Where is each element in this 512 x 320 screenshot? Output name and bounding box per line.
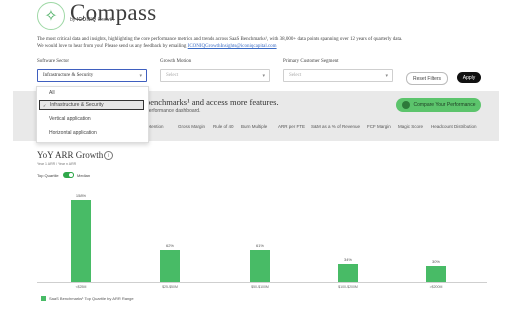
chevron-down-icon: ▾ xyxy=(139,74,142,79)
growth-motion-select[interactable]: Select ▾ xyxy=(160,69,270,82)
intro-text: The most critical data and insights, hig… xyxy=(37,36,457,50)
growth-motion-placeholder: Select xyxy=(166,73,179,78)
chart-subtitle: Year 1 ARR / Year n ARR xyxy=(37,162,77,166)
software-sector-label: Software Sector xyxy=(37,59,70,64)
tab-magic-score[interactable]: Magic Score xyxy=(398,124,423,129)
tab-gross-margin[interactable]: Gross Margin xyxy=(178,124,205,129)
reset-filters-button[interactable]: Reset Filters xyxy=(406,72,448,85)
bar-value-label: 62% xyxy=(165,242,174,248)
tab-arr-per-fte[interactable]: ARR per FTE xyxy=(278,124,305,129)
x-tick-label: $50-$100M xyxy=(251,285,269,289)
chevron-down-icon: ▾ xyxy=(262,74,265,79)
option-horizontal-application[interactable]: Horizontal application xyxy=(39,128,144,138)
x-tick-label: $25-$50M xyxy=(162,285,178,289)
software-sector-value: Infrastructure & Security xyxy=(43,73,94,78)
apply-button[interactable]: Apply xyxy=(457,72,481,83)
tab-rule-of-40[interactable]: Rule of 40 xyxy=(213,124,234,129)
option-label: Horizontal application xyxy=(49,130,97,136)
toggle-right-label: Median xyxy=(77,173,91,178)
bar[interactable] xyxy=(426,266,446,282)
software-sector-select[interactable]: Infrastructure & Security ▾ xyxy=(37,69,147,82)
brand-byline: by ICONIQ Growth xyxy=(70,17,114,23)
compass-logo-icon: ✧ xyxy=(37,2,65,30)
bar[interactable] xyxy=(71,200,91,282)
checkmark-icon: ✓ xyxy=(43,102,47,108)
bar[interactable] xyxy=(250,250,270,282)
x-tick-label: >$200M xyxy=(429,285,443,289)
x-tick-label: $100-$200M xyxy=(338,285,358,289)
banner-subtext: performance dashboard. xyxy=(146,108,201,114)
option-label: Infrastructure & Security xyxy=(50,102,104,108)
legend-swatch xyxy=(41,296,46,301)
brand-name: ICONIQ xyxy=(76,17,97,23)
compare-performance-label: Compare Your Performance xyxy=(413,102,476,108)
tab-sm-revenue[interactable]: S&M as a % of Revenue xyxy=(311,124,360,129)
brand-suffix: Growth xyxy=(97,17,114,23)
compare-performance-button[interactable]: Compare Your Performance xyxy=(396,98,481,112)
x-tick-label: <$25M xyxy=(75,285,87,289)
brand-by: by xyxy=(70,17,76,23)
feedback-email-link[interactable]: ICONIQGrowthInsights@iconiqcapital.com xyxy=(188,44,277,49)
customer-segment-select[interactable]: Select ▾ xyxy=(283,69,393,82)
customer-segment-placeholder: Select xyxy=(289,73,302,78)
intro-line-1: The most critical data and insights, hig… xyxy=(37,37,403,42)
bar[interactable] xyxy=(160,249,180,282)
option-label: All xyxy=(49,90,55,96)
intro-line-2: We would love to hear from you! Please s… xyxy=(37,44,188,49)
option-all[interactable]: All xyxy=(39,88,144,98)
info-icon[interactable]: i xyxy=(104,151,113,160)
toggle-left-label: Top Quartile xyxy=(37,173,59,178)
x-axis xyxy=(37,282,487,283)
toggle-knob xyxy=(68,172,74,178)
bar[interactable] xyxy=(338,264,358,282)
bar-value-label: 34% xyxy=(343,257,352,263)
tab-burn-multiple[interactable]: Burn Multiple xyxy=(241,124,267,129)
growth-motion-label: Growth Motion xyxy=(160,59,192,64)
banner-headline: benchmarks¹ and access more features. xyxy=(146,97,279,107)
bar-value-label: 158% xyxy=(75,193,87,198)
chart-title: YoY ARR Growth xyxy=(37,150,104,160)
option-vertical-application[interactable]: Vertical application xyxy=(39,114,144,124)
quartile-toggle[interactable] xyxy=(63,172,74,178)
bar-value-label: 61% xyxy=(255,243,264,249)
option-label: Vertical application xyxy=(49,116,91,122)
legend-label: SaaS Benchmarks¹ Top Quartile by ARR Ran… xyxy=(49,296,134,301)
option-infrastructure-security[interactable]: ✓ Infrastructure & Security xyxy=(39,100,144,110)
software-sector-dropdown: All ✓ Infrastructure & Security Vertical… xyxy=(36,86,149,143)
chart-icon xyxy=(401,101,410,109)
tab-fcf-margin[interactable]: FCF Margin xyxy=(367,124,391,129)
chevron-down-icon: ▾ xyxy=(385,74,388,79)
customer-segment-label: Primary Customer Segment xyxy=(283,59,339,64)
bar-value-label: 30% xyxy=(431,259,440,265)
tab-headcount-distribution[interactable]: Headcount Distribution xyxy=(431,124,477,129)
